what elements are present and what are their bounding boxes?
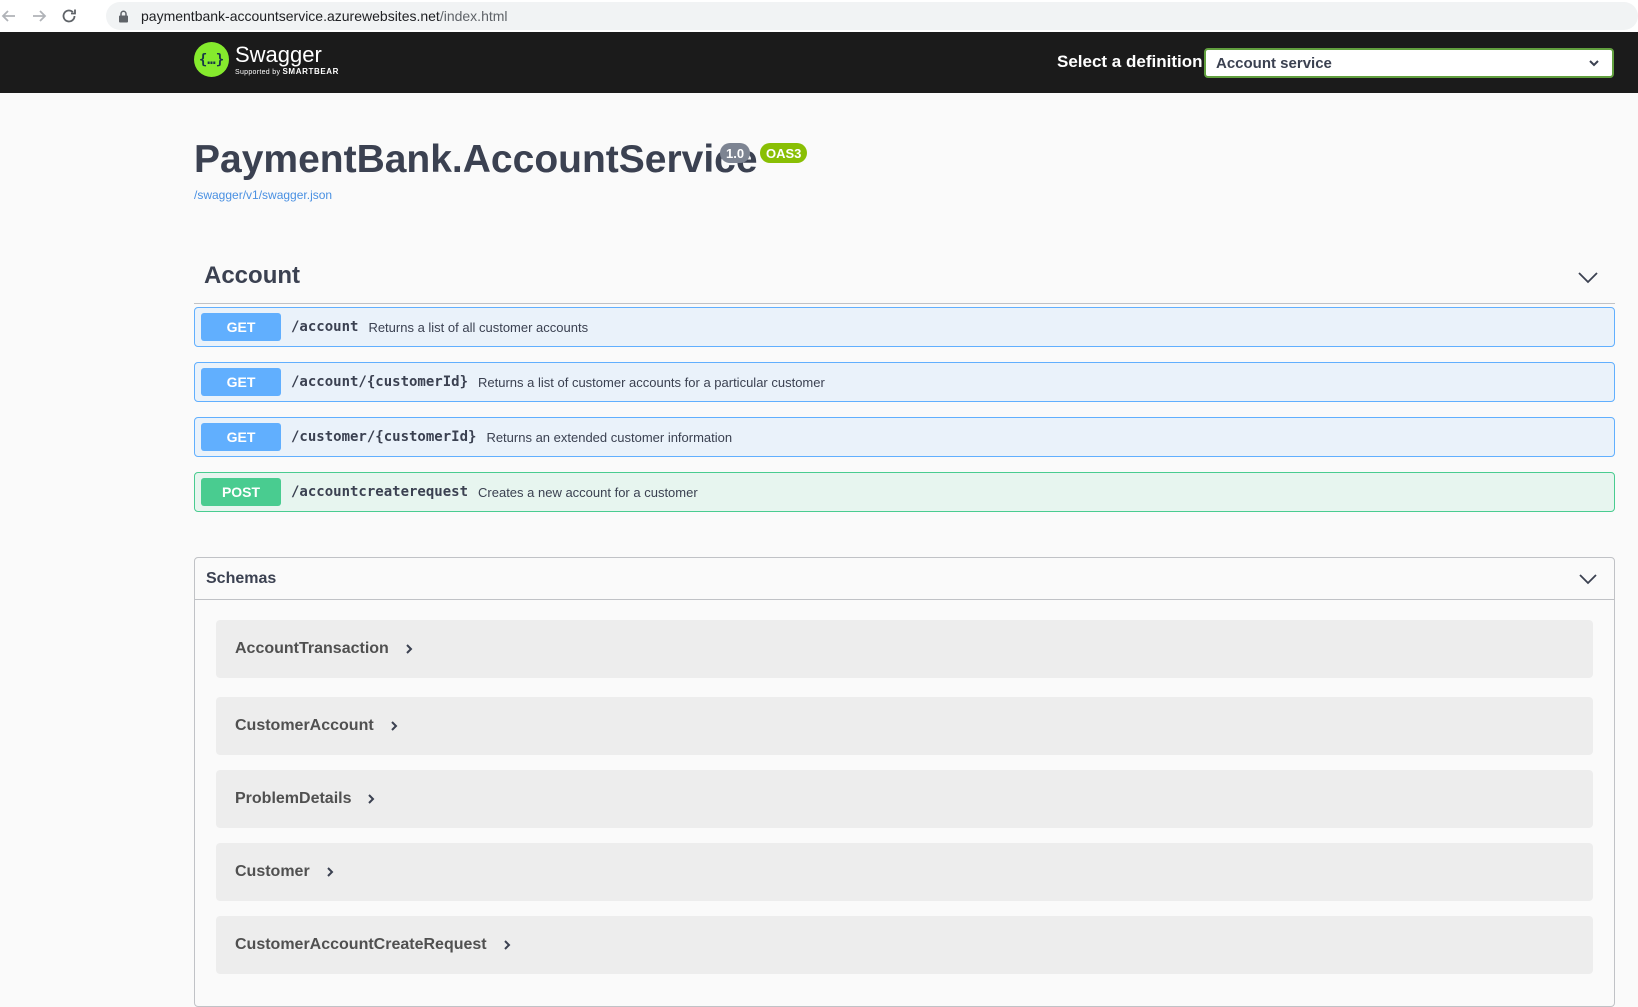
oas-badge: OAS3 <box>760 143 808 163</box>
swagger-logo-icon: {…} <box>194 42 229 77</box>
operation-get-account-by-customer[interactable]: GET /account/{customerId} Returns a list… <box>194 362 1615 402</box>
method-badge: GET <box>201 313 281 341</box>
url-path: /index.html <box>439 8 508 24</box>
logo-title: Swagger <box>235 41 322 67</box>
operation-summary: Creates a new account for a customer <box>478 484 698 500</box>
swagger-logo[interactable]: {…} Swagger Supported by SMARTBEAR <box>194 42 339 77</box>
operation-path: /customer/{customerId} <box>291 429 477 445</box>
schema-name: ProblemDetails <box>235 790 352 807</box>
schema-item[interactable]: Customer <box>216 843 1593 901</box>
version-badge: 1.0 <box>720 143 751 163</box>
operation-summary: Returns an extended customer information <box>486 429 733 445</box>
tag-header-account[interactable]: Account <box>194 256 1615 304</box>
chevron-right-icon <box>368 794 375 804</box>
chevron-down-icon <box>1589 60 1599 67</box>
browser-toolbar: paymentbank-accountservice.azurewebsites… <box>0 0 1638 32</box>
spec-url-link[interactable]: /swagger/v1/swagger.json <box>194 188 332 202</box>
definition-label: Select a definition <box>1057 52 1203 71</box>
chevron-right-icon <box>406 644 413 654</box>
schemas-header[interactable]: Schemas <box>195 558 1614 600</box>
back-button[interactable] <box>0 2 24 30</box>
schema-name: CustomerAccount <box>235 717 374 734</box>
schema-item[interactable]: AccountTransaction <box>216 620 1593 678</box>
schemas-title: Schemas <box>206 570 277 587</box>
tag-title: Account <box>204 262 300 289</box>
chevron-right-icon <box>503 940 511 950</box>
logo-subtitle: Supported by SMARTBEAR <box>235 66 340 76</box>
url-host: paymentbank-accountservice.azurewebsites… <box>141 8 440 24</box>
method-badge: GET <box>201 423 281 451</box>
chevron-right-icon <box>326 867 334 877</box>
chevron-down-icon[interactable] <box>1577 266 1599 288</box>
operation-get-account[interactable]: GET /account Returns a list of all custo… <box>194 307 1615 347</box>
schema-item[interactable]: CustomerAccountCreateRequest <box>216 916 1593 974</box>
swagger-topbar: {…} Swagger Supported by SMARTBEAR Selec… <box>0 32 1638 93</box>
lock-icon <box>119 10 128 22</box>
arrow-left-icon <box>1 10 15 22</box>
reload-button[interactable] <box>54 2 84 30</box>
operation-summary: Returns a list of all customer accounts <box>368 319 589 335</box>
operation-get-customer[interactable]: GET /customer/{customerId} Returns an ex… <box>194 417 1615 457</box>
definition-selected-value: Account service <box>1216 54 1332 72</box>
schema-item[interactable]: ProblemDetails <box>216 770 1593 828</box>
schema-name: Customer <box>235 863 310 880</box>
schema-name: AccountTransaction <box>235 640 389 657</box>
schema-item[interactable]: CustomerAccount <box>216 697 1593 755</box>
definition-select[interactable]: Account service <box>1204 48 1614 78</box>
operation-path: /account/{customerId} <box>291 374 469 390</box>
schema-name: CustomerAccountCreateRequest <box>235 936 487 953</box>
method-badge: GET <box>201 368 281 396</box>
method-badge: POST <box>201 478 281 506</box>
address-bar[interactable]: paymentbank-accountservice.azurewebsites… <box>106 2 1638 30</box>
forward-button[interactable] <box>24 2 54 30</box>
reload-icon <box>62 9 76 23</box>
chevron-right-icon <box>390 721 398 731</box>
operation-path: /accountcreaterequest <box>291 484 469 500</box>
operation-summary: Returns a list of customer accounts for … <box>478 374 825 390</box>
operation-post-accountcreaterequest[interactable]: POST /accountcreaterequest Creates a new… <box>194 472 1615 512</box>
api-title: PaymentBank.AccountService <box>194 138 758 181</box>
schemas-section: Schemas AccountTransaction CustomerAccou… <box>194 557 1615 1007</box>
chevron-down-icon[interactable] <box>1578 569 1598 589</box>
arrow-right-icon <box>33 10 47 22</box>
operation-path: /account <box>291 319 359 335</box>
